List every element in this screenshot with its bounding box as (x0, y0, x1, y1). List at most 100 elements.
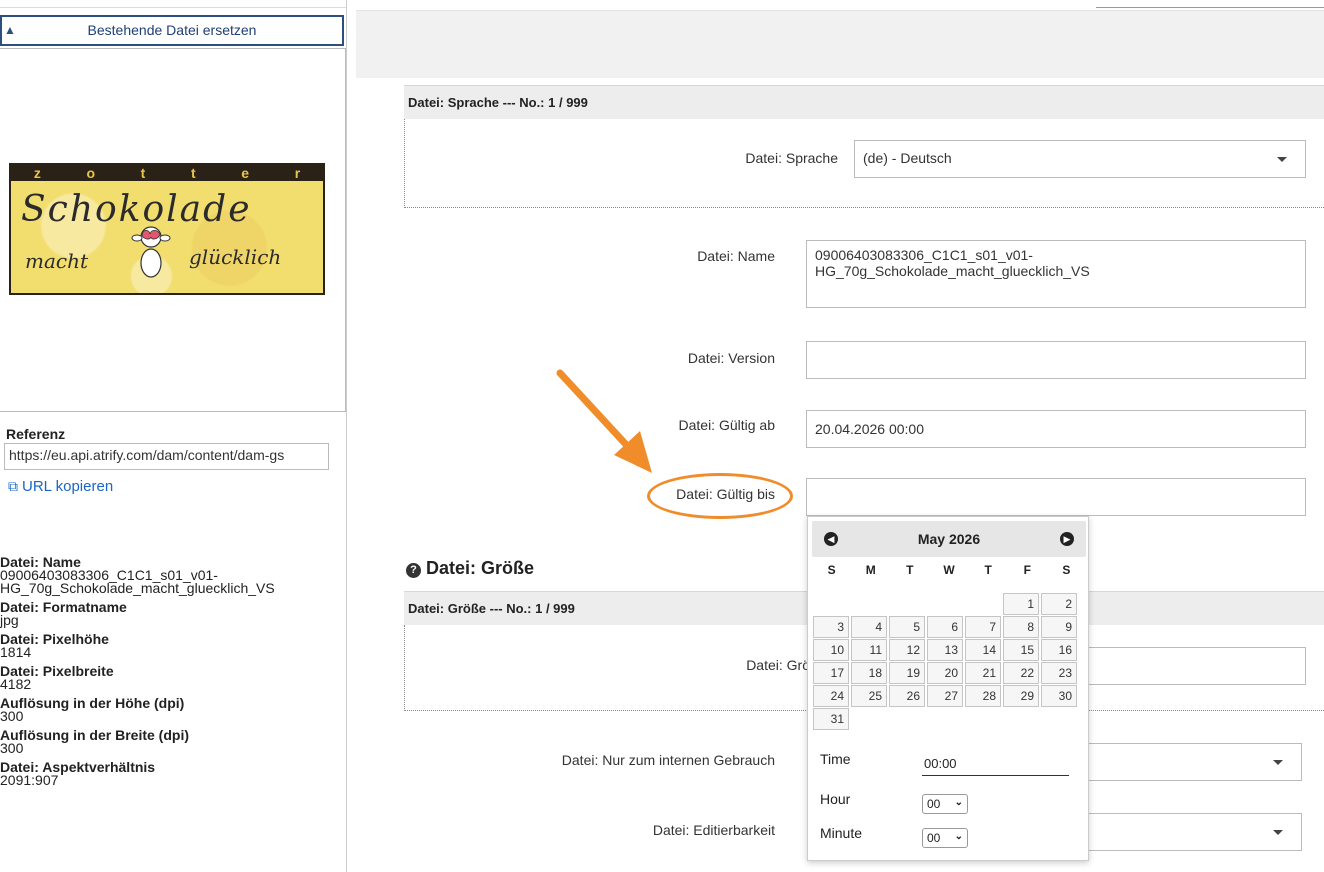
copy-url-link[interactable]: ⧉ URL kopieren (8, 478, 113, 495)
name-label: Datei: Name (697, 248, 775, 264)
calendar-week-row: 17 18 19 20 21 22 23 (813, 662, 1083, 684)
copy-icon: ⧉ (8, 478, 18, 494)
calendar-empty-cell (927, 593, 963, 615)
calendar-day[interactable]: 19 (889, 662, 925, 684)
calendar-day[interactable]: 8 (1003, 616, 1039, 638)
meta-value: jpg (0, 612, 19, 628)
calendar-day[interactable]: 18 (851, 662, 887, 684)
calendar-week-row: 10 11 12 13 14 15 16 (813, 639, 1083, 661)
weekday-header: S M T W T F S (812, 563, 1086, 577)
calendar-day[interactable]: 10 (813, 639, 849, 661)
calendar-day[interactable]: 13 (927, 639, 963, 661)
meta-value: 300 (0, 740, 24, 756)
calendar-week-row: 31 (813, 708, 1083, 730)
calendar-empty-cell (889, 593, 925, 615)
calendar-week-row: 12 (813, 593, 1083, 615)
meta-item: Datei: Pixelhöhe 1814 (0, 632, 340, 660)
metadata-list: Datei: Name 09006403083306_C1C1_s01_v01- … (0, 555, 340, 793)
datepicker-header: May 2026 ◀ ▶ (812, 521, 1086, 557)
chevron-down-icon (1273, 760, 1283, 765)
help-icon[interactable]: ? (406, 563, 421, 578)
internal-use-select[interactable] (1080, 743, 1302, 781)
meta-item: Auflösung in der Breite (dpi) 300 (0, 728, 340, 756)
calendar-day[interactable]: 22 (1003, 662, 1039, 684)
reference-input[interactable]: https://eu.api.atrify.com/dam/content/da… (4, 443, 329, 470)
calendar-day[interactable]: 5 (889, 616, 925, 638)
meta-value: 09006403083306_C1C1_s01_v01- HG_70g_Scho… (0, 567, 275, 596)
calendar-day[interactable]: 21 (965, 662, 1001, 684)
time-value: 00:00 (922, 755, 1069, 776)
top-strip (1096, 0, 1324, 8)
calendar-day[interactable]: 4 (851, 616, 887, 638)
language-value: (de) - Deutsch (863, 150, 952, 166)
calendar-day[interactable]: 17 (813, 662, 849, 684)
script-line-2: macht (25, 249, 89, 273)
calendar-day[interactable]: 12 (889, 639, 925, 661)
meta-value: 300 (0, 708, 24, 724)
calendar-day[interactable]: 16 (1041, 639, 1077, 661)
version-label: Datei: Version (687, 350, 775, 366)
day-grid: 1 2 3 4 5 6 7 8 9 10 11 12 13 14 15 16 17 18 19 20 21 22 23 24 2… (813, 593, 1083, 731)
minute-select[interactable]: 00 ⌄ (922, 828, 968, 848)
annotation-ellipse (647, 473, 793, 519)
meta-item: Datei: Formatname jpg (0, 599, 340, 628)
calendar-day[interactable]: 29 (1003, 685, 1039, 707)
toolbar (356, 10, 1324, 78)
valid-to-field[interactable] (806, 478, 1306, 516)
calendar-day[interactable]: 26 (889, 685, 925, 707)
calendar-day[interactable]: 9 (1041, 616, 1077, 638)
calendar-day[interactable]: 23 (1041, 662, 1077, 684)
brand-band: z o t t e r (11, 165, 323, 181)
brand-letter: z (33, 165, 41, 181)
meta-item: Datei: Name 09006403083306_C1C1_s01_v01- … (0, 555, 340, 596)
calendar-week-row: 3456789 (813, 616, 1083, 638)
brand-letter: e (241, 165, 250, 181)
calendar-day[interactable]: 20 (927, 662, 963, 684)
meta-value: 1814 (0, 644, 32, 660)
preview-image[interactable]: z o t t e r Schokolade macht glücklich (9, 163, 325, 295)
minute-value: 00 (927, 831, 941, 845)
meta-label: Auflösung in der Höhe (dpi) (0, 695, 185, 711)
left-panel: ▲ Bestehende Datei ersetzen z o t t e r … (0, 0, 346, 872)
next-month-icon[interactable]: ▶ (1060, 532, 1074, 546)
copy-url-label: URL kopieren (22, 478, 114, 495)
weekday-label: S (1062, 563, 1071, 577)
editability-select[interactable] (1080, 813, 1302, 851)
calendar-empty-cell (965, 593, 1001, 615)
calendar-day[interactable]: 6 (927, 616, 963, 638)
calendar-day[interactable]: 1 (1003, 593, 1039, 615)
weekday-label: F (1023, 563, 1031, 577)
internal-use-label: Datei: Nur zum internen Gebrauch (561, 752, 775, 768)
calendar-day[interactable]: 3 (813, 616, 849, 638)
calendar-day[interactable]: 11 (851, 639, 887, 661)
prev-month-icon[interactable]: ◀ (824, 532, 838, 546)
hour-value: 00 (927, 797, 941, 811)
calendar-day[interactable]: 28 (965, 685, 1001, 707)
meta-value: 4182 (0, 676, 32, 692)
upload-icon: ▲ (4, 23, 16, 37)
chevron-down-icon (1273, 830, 1283, 835)
name-field[interactable]: 09006403083306_C1C1_s01_v01- HG_70g_Scho… (806, 240, 1306, 308)
version-field[interactable] (806, 341, 1306, 379)
valid-from-field[interactable]: 20.04.2026 00:00 (806, 410, 1306, 448)
hour-select[interactable]: 00 ⌄ (922, 794, 968, 814)
calendar-day[interactable]: 30 (1041, 685, 1077, 707)
brand-letter: t (140, 165, 146, 181)
calendar-day[interactable]: 15 (1003, 639, 1039, 661)
calendar-day[interactable]: 2 (1041, 593, 1077, 615)
calendar-day[interactable]: 24 (813, 685, 849, 707)
time-label: Time (820, 751, 851, 767)
size-heading-text: Datei: Größe (426, 558, 535, 578)
meta-label: Datei: Formatname (0, 599, 127, 615)
calendar-day[interactable]: 25 (851, 685, 887, 707)
calendar-day[interactable]: 27 (927, 685, 963, 707)
calendar-empty-cell (813, 593, 849, 615)
calendar-day[interactable]: 7 (965, 616, 1001, 638)
calendar-day[interactable]: 31 (813, 708, 849, 730)
replace-file-button[interactable]: ▲ Bestehende Datei ersetzen (0, 15, 344, 46)
datepicker[interactable]: May 2026 ◀ ▶ S M T W T F S 1 2 3 4 5 6 7 8 9 10 11… (807, 516, 1089, 861)
size-field[interactable] (1080, 647, 1306, 685)
calendar-day[interactable]: 14 (965, 639, 1001, 661)
language-select[interactable]: (de) - Deutsch (854, 140, 1306, 178)
chevron-down-icon: ⌄ (954, 797, 963, 808)
